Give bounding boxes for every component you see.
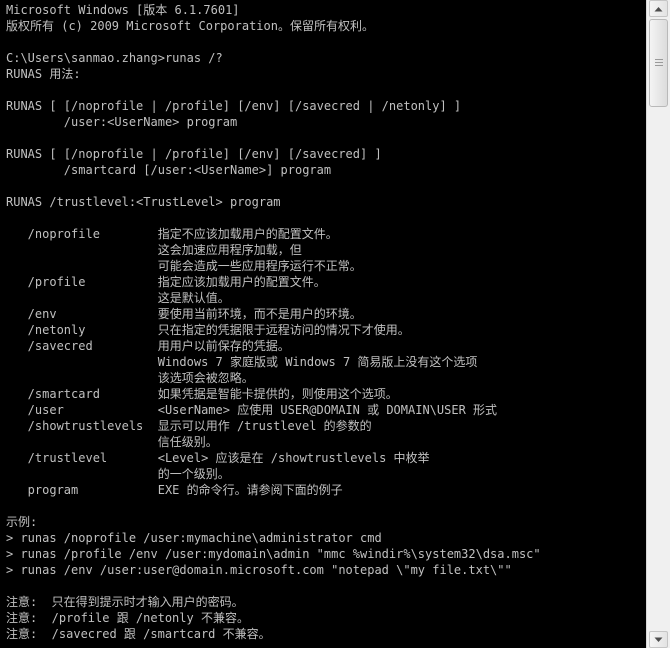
console-line: C:\Users\sanmao.zhang>runas /? [6,51,223,65]
console-line: /netonly 只在指定的凭据限于远程访问的情况下才使用。 [6,323,410,337]
thumb-grip [655,62,663,63]
console-window[interactable]: Microsoft Windows [版本 6.1.7601] 版权所有 (c)… [0,0,670,648]
scroll-thumb[interactable] [649,19,668,107]
arrow-up-icon [654,6,663,11]
console-line: 这是默认值。 [6,291,230,305]
console-line: 注意: /savecred 跟 /smartcard 不兼容。 [6,627,271,641]
console-line: RUNAS [ [/noprofile | /profile] [/env] [… [6,147,382,161]
console-line: RUNAS [ [/noprofile | /profile] [/env] [… [6,99,462,113]
thumb-grip [655,59,663,60]
console-line: /profile 指定应该加载用户的配置文件。 [6,275,326,289]
console-line: /savecred 用用户以前保存的凭据。 [6,339,290,353]
arrow-down-icon [654,637,663,642]
console-line: 信任级别。 [6,435,218,449]
console-line: Windows 7 家庭版或 Windows 7 简易版上没有这个选项 [6,355,478,369]
console-line: > runas /noprofile /user:mymachine\admin… [6,531,382,545]
console-line: 示例: [6,515,38,529]
console-line: program EXE 的命令行。请参阅下面的例子 [6,483,343,497]
console-line: 的一个级别。 [6,467,230,481]
console-line: 这会加速应用程序加载，但 [6,243,302,257]
scroll-up-button[interactable] [649,0,668,17]
scroll-down-button[interactable] [649,631,668,648]
console-line: /env 要使用当前环境，而不是用户的环境。 [6,307,362,321]
thumb-grip [655,65,663,66]
console-line: /trustlevel <Level> 应该是在 /showtrustlevel… [6,451,430,465]
console-line: 可能会造成一些应用程序运行不正常。 [6,259,362,273]
console-line: > runas /env /user:user@domain.microsoft… [6,563,512,577]
console-line: 注意: /profile 跟 /netonly 不兼容。 [6,611,249,625]
console-output[interactable]: Microsoft Windows [版本 6.1.7601] 版权所有 (c)… [0,0,646,648]
console-line: /smartcard [/user:<UserName>] program [6,163,332,177]
console-line: /showtrustlevels 显示可以用作 /trustlevel 的参数的 [6,419,372,433]
vertical-scrollbar[interactable] [646,0,670,648]
console-line: /user:<UserName> program [6,115,238,129]
console-line: 版权所有 (c) 2009 Microsoft Corporation。保留所有… [6,19,374,33]
console-line: Microsoft Windows [版本 6.1.7601] [6,3,240,17]
console-line: > runas /profile /env /user:mydomain\adm… [6,547,541,561]
console-line: /smartcard 如果凭据是智能卡提供的，则使用这个选项。 [6,387,398,401]
console-line: /user <UserName> 应使用 USER@DOMAIN 或 DOMAI… [6,403,498,417]
console-line: RUNAS 用法: [6,67,81,81]
console-line: /noprofile 指定不应该加载用户的配置文件。 [6,227,338,241]
console-line: 注意: 只在得到提示时才输入用户的密码。 [6,595,244,609]
console-line: RUNAS /trustlevel:<TrustLevel> program [6,195,281,209]
console-line: 该选项会被忽略。 [6,371,254,385]
